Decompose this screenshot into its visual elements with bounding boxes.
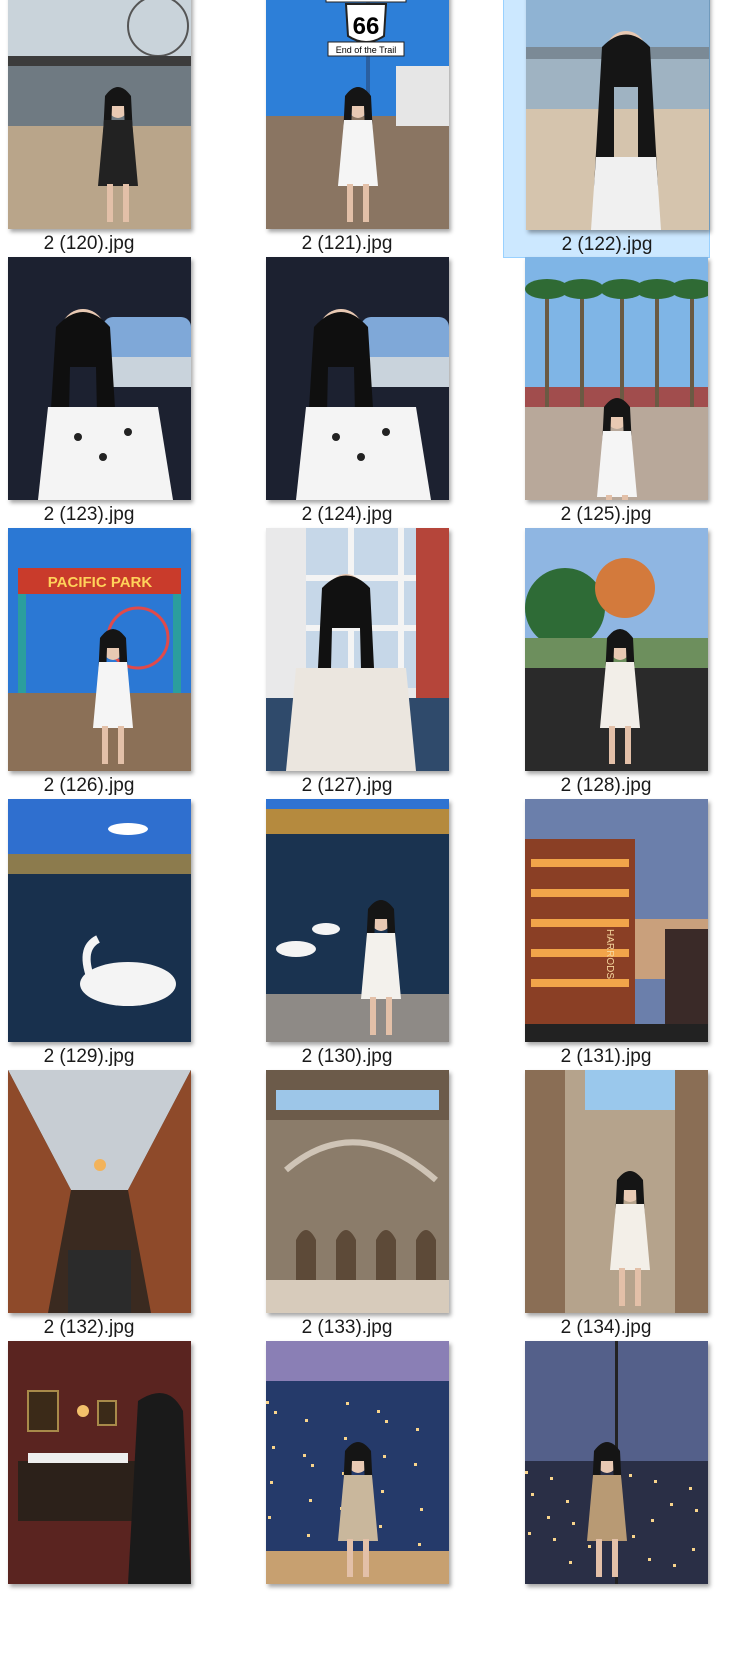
- photo-thumbnail[interactable]: [525, 1070, 708, 1313]
- file-name-label: 2 (131).jpg: [560, 1046, 652, 1067]
- file-name-label: 2 (124).jpg: [301, 504, 393, 525]
- file-name-label: 2 (133).jpg: [301, 1317, 393, 1338]
- file-tile[interactable]: [244, 1341, 451, 1613]
- file-tile[interactable]: [0, 1341, 193, 1613]
- photo-thumbnail[interactable]: [8, 799, 191, 1042]
- photo-thumbnail[interactable]: [8, 0, 191, 229]
- file-tile[interactable]: 2 (125).jpg: [503, 257, 710, 529]
- photo-thumbnail[interactable]: [266, 1341, 449, 1584]
- file-name-label: 2 (126).jpg: [43, 775, 135, 796]
- file-name-label: 2 (134).jpg: [560, 1317, 652, 1338]
- photo-thumbnail[interactable]: [8, 1070, 191, 1313]
- file-tile[interactable]: HARRODS 2 (131).jpg: [503, 799, 710, 1071]
- svg-text:PACIFIC PARK: PACIFIC PARK: [48, 574, 153, 591]
- file-name-label: 2 (129).jpg: [43, 1046, 135, 1067]
- photo-thumbnail[interactable]: [525, 1341, 708, 1584]
- file-tile[interactable]: PACIFIC PARK 2 (126).jpg: [0, 528, 193, 800]
- file-tile[interactable]: 2 (124).jpg: [244, 257, 451, 529]
- file-tile[interactable]: 2 (123).jpg: [0, 257, 193, 529]
- photo-thumbnail[interactable]: [8, 1341, 191, 1584]
- photo-thumbnail[interactable]: [266, 257, 449, 500]
- file-thumbnail-grid: 2 (120).jpg SANTA MONICA 66 End of the T…: [0, 0, 750, 1677]
- file-tile[interactable]: SANTA MONICA 66 End of the Trail 2 (121)…: [244, 0, 451, 258]
- photo-thumbnail[interactable]: [526, 0, 709, 230]
- file-tile[interactable]: [503, 1341, 710, 1613]
- svg-text:SANTA MONICA: SANTA MONICA: [329, 0, 404, 1]
- photo-thumbnail[interactable]: SANTA MONICA 66 End of the Trail: [266, 0, 449, 229]
- file-tile[interactable]: 2 (132).jpg: [0, 1070, 193, 1342]
- file-tile[interactable]: 2 (122).jpg: [503, 0, 710, 258]
- file-tile[interactable]: 2 (130).jpg: [244, 799, 451, 1071]
- photo-thumbnail[interactable]: [266, 1070, 449, 1313]
- file-name-label: 2 (128).jpg: [560, 775, 652, 796]
- svg-text:66: 66: [353, 13, 380, 40]
- file-name-label: 2 (125).jpg: [560, 504, 652, 525]
- photo-thumbnail[interactable]: [525, 257, 708, 500]
- file-name-label: 2 (122).jpg: [561, 234, 653, 255]
- file-name-label: 2 (132).jpg: [43, 1317, 135, 1338]
- file-tile[interactable]: 2 (134).jpg: [503, 1070, 710, 1342]
- photo-thumbnail[interactable]: [525, 528, 708, 771]
- photo-thumbnail[interactable]: [8, 257, 191, 500]
- file-name-label: 2 (130).jpg: [301, 1046, 393, 1067]
- file-name-label: 2 (123).jpg: [43, 504, 135, 525]
- file-name-label: 2 (120).jpg: [43, 233, 135, 254]
- file-name-label: 2 (121).jpg: [301, 233, 393, 254]
- file-tile[interactable]: 2 (129).jpg: [0, 799, 193, 1071]
- svg-text:HARRODS: HARRODS: [604, 929, 615, 979]
- photo-thumbnail[interactable]: [266, 799, 449, 1042]
- file-tile[interactable]: 2 (127).jpg: [244, 528, 451, 800]
- file-tile[interactable]: 2 (120).jpg: [0, 0, 193, 258]
- photo-thumbnail[interactable]: HARRODS: [525, 799, 708, 1042]
- file-name-label: 2 (127).jpg: [301, 775, 393, 796]
- photo-thumbnail[interactable]: PACIFIC PARK: [8, 528, 191, 771]
- file-tile[interactable]: 2 (133).jpg: [244, 1070, 451, 1342]
- file-tile[interactable]: 2 (128).jpg: [503, 528, 710, 800]
- svg-text:End of the Trail: End of the Trail: [336, 45, 397, 55]
- photo-thumbnail[interactable]: [266, 528, 449, 771]
